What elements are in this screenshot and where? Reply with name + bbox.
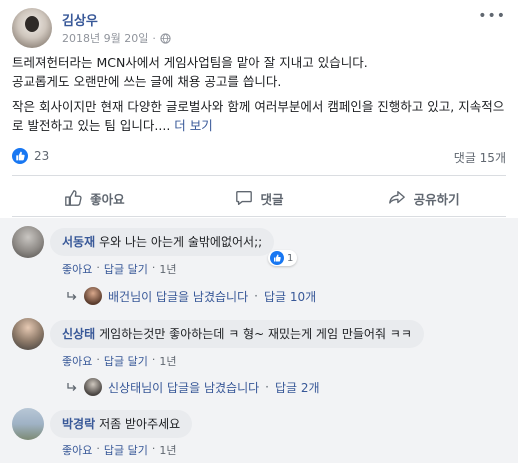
reaction-count: 23	[34, 149, 50, 163]
see-more-link[interactable]: 더 보기	[174, 118, 212, 133]
comment-actions: 좋아요 · 답글 달기 · 1년	[62, 261, 177, 277]
feed-post: 김상우 2018년 9월 20일 · ••• 트레져헌터라는 MCN사에서 게임…	[0, 0, 518, 463]
replier-avatar	[84, 378, 102, 396]
comment-like-link[interactable]: 좋아요	[62, 261, 92, 277]
comment-text: 게임하는것만 좋아하는데 ㅋ 형~ 재밌는게 게임 만들어줘 ㅋㅋ	[99, 327, 412, 341]
reply-count: 답글 2개	[274, 380, 320, 395]
share-button[interactable]: 공유하기	[341, 181, 506, 215]
commenter-avatar[interactable]	[12, 226, 44, 258]
comment-time[interactable]: 1년	[159, 353, 176, 369]
comment-count[interactable]: 댓글 15개	[454, 149, 506, 166]
comment-button[interactable]: 댓글	[177, 181, 342, 215]
commenter-avatar[interactable]	[12, 408, 44, 440]
comment-reaction-badge[interactable]: 1	[268, 250, 298, 266]
post-body-line: 트레져헌터라는 MCN사에서 게임사업팀을 맡아 잘 지내고 있습니다.	[12, 55, 368, 70]
post-actions: 좋아요 댓글 공유하기	[12, 181, 506, 215]
post-date[interactable]: 2018년 9월 20일	[62, 30, 148, 46]
like-reaction-icon	[12, 148, 28, 164]
comment-bubble: 박경락 저좀 받아주세요	[50, 410, 193, 438]
replies-summary[interactable]: 배건님이 답글을 남겼습니다 · 답글 10개	[66, 287, 316, 305]
post-body-line: 공교롭게도 오랜만에 쓰는 글에 채용 공고를 씁니다.	[12, 74, 282, 89]
reply-arrow-icon	[67, 292, 77, 300]
like-button[interactable]: 좋아요	[12, 181, 177, 215]
post-body-text: 작은 회사이지만 현재 다양한 글로벌사와 함께 여러부분에서 캠페인을 진행하…	[12, 99, 505, 133]
commenter-name[interactable]: 신상태	[62, 327, 95, 341]
comment-like-link[interactable]: 좋아요	[62, 442, 92, 458]
replies-summary[interactable]: 신상태님이 답글을 남겼습니다 · 답글 2개	[66, 378, 320, 396]
comment-actions: 좋아요 · 답글 달기 · 1년	[62, 353, 177, 369]
like-reaction-icon	[270, 251, 284, 265]
share-button-label: 공유하기	[413, 191, 460, 207]
post-body-paragraph: 작은 회사이지만 현재 다양한 글로벌사와 함께 여러부분에서 캠페인을 진행하…	[12, 97, 506, 135]
reaction-summary[interactable]: 23	[12, 148, 49, 164]
divider	[12, 216, 506, 217]
comment-bubble: 신상태 게임하는것만 좋아하는데 ㅋ 형~ 재밌는게 게임 만들어줘 ㅋㅋ	[50, 320, 424, 348]
comments-section: 서동재 우와 나는 아는게 술밖에없어서;; 1 좋아요 · 답글 달기 · 1년 배…	[0, 218, 518, 463]
commenter-avatar[interactable]	[12, 318, 44, 350]
thumbs-up-icon	[65, 190, 82, 206]
separator-dot: ·	[152, 31, 156, 45]
author-avatar[interactable]	[12, 8, 52, 48]
reply-summary-text: 신상태님이 답글을 남겼습니다	[108, 380, 260, 395]
reply-arrow-icon	[67, 383, 77, 391]
replier-avatar	[84, 287, 102, 305]
post-author-name[interactable]: 김상우	[62, 10, 98, 29]
comment-text: 저좀 받아주세요	[99, 417, 181, 431]
globe-icon	[160, 32, 171, 44]
post-meta: 2018년 9월 20일 ·	[62, 30, 171, 46]
comment-time[interactable]: 1년	[159, 261, 176, 277]
comment-time[interactable]: 1년	[159, 442, 176, 458]
reply-summary-text: 배건님이 답글을 남겼습니다	[108, 289, 249, 304]
comment-bubble: 서동재 우와 나는 아는게 술밖에없어서;;	[50, 228, 275, 256]
comment-reply-link[interactable]: 답글 달기	[104, 442, 148, 458]
reply-count: 답글 10개	[263, 289, 317, 304]
comment-like-link[interactable]: 좋아요	[62, 353, 92, 369]
share-arrow-icon	[388, 191, 405, 204]
divider	[12, 175, 506, 176]
commenter-name[interactable]: 박경락	[62, 417, 95, 431]
like-button-label: 좋아요	[90, 191, 125, 207]
more-options-icon[interactable]: •••	[478, 8, 506, 24]
comment-bubble-icon	[235, 191, 252, 205]
comment-reply-link[interactable]: 답글 달기	[104, 353, 148, 369]
comment-reply-link[interactable]: 답글 달기	[104, 261, 148, 277]
post-body: 트레져헌터라는 MCN사에서 게임사업팀을 맡아 잘 지내고 있습니다. 공교롭…	[12, 53, 506, 135]
comment-reaction-count: 1	[287, 252, 294, 264]
comment-button-label: 댓글	[260, 191, 284, 207]
comment-text: 우와 나는 아는게 술밖에없어서;;	[99, 235, 263, 249]
comment-actions: 좋아요 · 답글 달기 · 1년	[62, 442, 177, 458]
commenter-name[interactable]: 서동재	[62, 235, 95, 249]
